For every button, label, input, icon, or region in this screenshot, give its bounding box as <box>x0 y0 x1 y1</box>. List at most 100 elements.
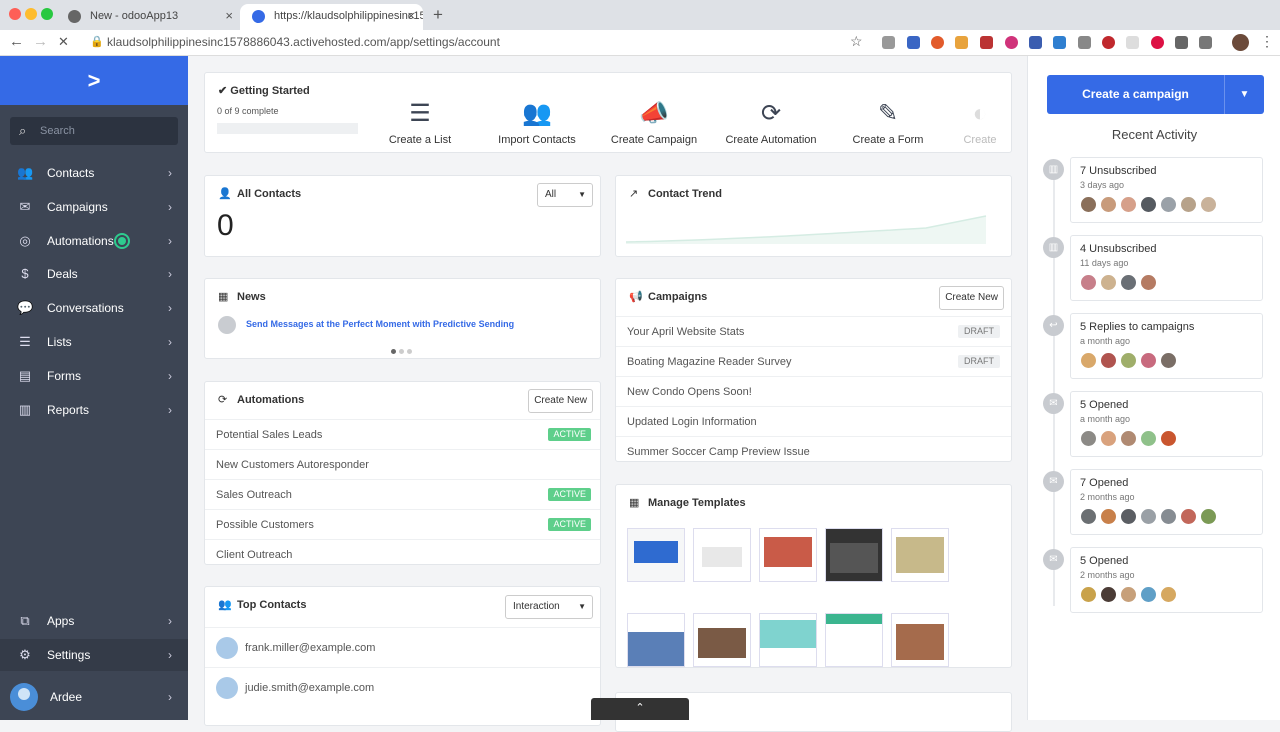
contacts-filter-select[interactable]: All ▼ <box>537 183 593 207</box>
close-tab-icon[interactable]: × <box>407 4 415 28</box>
profile-avatar[interactable] <box>1232 34 1249 51</box>
extension-icon[interactable] <box>1126 36 1139 49</box>
avatar[interactable] <box>1120 430 1137 447</box>
template-thumbnail[interactable] <box>693 613 751 667</box>
avatar[interactable] <box>1160 430 1177 447</box>
extension-icon[interactable] <box>1005 36 1018 49</box>
table-row[interactable]: Potential Sales Leads ACTIVE <box>205 419 600 449</box>
avatar[interactable] <box>1100 430 1117 447</box>
avatar[interactable] <box>1080 586 1097 603</box>
avatar[interactable] <box>1120 196 1137 213</box>
extension-icon[interactable] <box>1199 36 1212 49</box>
sidebar-item-apps[interactable]: ⧉ Apps › <box>0 605 188 637</box>
list-item[interactable]: frank.miller@example.com <box>205 627 600 667</box>
template-thumbnail[interactable] <box>891 528 949 582</box>
extension-icon[interactable] <box>980 36 993 49</box>
extension-icon[interactable] <box>1053 36 1066 49</box>
sidebar-item-campaigns[interactable]: ✉ Campaigns › <box>0 191 188 223</box>
avatar[interactable] <box>1140 196 1157 213</box>
carousel-dot[interactable] <box>407 349 412 354</box>
avatar[interactable] <box>1160 352 1177 369</box>
extension-icon[interactable] <box>882 36 895 49</box>
table-row[interactable]: New Customers Autoresponder <box>205 449 600 479</box>
sidebar-item-forms[interactable]: ▤ Forms › <box>0 360 188 392</box>
avatar[interactable] <box>1200 508 1217 525</box>
create-campaign-dropdown-button[interactable]: ▼ <box>1224 75 1264 114</box>
import-contacts-action[interactable]: 👥 Import Contacts <box>482 100 592 146</box>
activity-item[interactable]: 4 Unsubscribed 11 days ago <box>1070 235 1263 301</box>
sidebar-item-automations[interactable]: ◎ Automations › <box>0 225 188 257</box>
create-form-action[interactable]: ✎ Create a Form <box>833 100 943 146</box>
create-new-automation-button[interactable]: Create New <box>528 389 593 413</box>
chevron-up-icon[interactable]: ⌃ <box>591 698 689 720</box>
extension-icon[interactable] <box>1175 36 1188 49</box>
news-headline-link[interactable]: Send Messages at the Perfect Moment with… <box>246 319 514 329</box>
avatar[interactable] <box>1180 508 1197 525</box>
activity-item[interactable]: 7 Opened 2 months ago <box>1070 469 1263 535</box>
avatar[interactable] <box>1080 508 1097 525</box>
forward-button[interactable]: → <box>33 33 48 50</box>
stop-loading-button[interactable]: ✕ <box>58 34 69 50</box>
activity-item[interactable]: 5 Opened 2 months ago <box>1070 547 1263 613</box>
extension-icon[interactable] <box>1078 36 1091 49</box>
search-input[interactable]: ⌕ Search <box>10 117 178 145</box>
extension-icon[interactable] <box>1102 36 1115 49</box>
avatar[interactable] <box>1200 196 1217 213</box>
table-row[interactable]: Your April Website Stats DRAFT <box>616 316 1011 346</box>
template-thumbnail[interactable] <box>627 528 685 582</box>
avatar[interactable] <box>1080 274 1097 291</box>
sidebar-item-conversations[interactable]: 💬 Conversations › <box>0 292 188 324</box>
extension-icon[interactable] <box>1151 36 1164 49</box>
template-thumbnail[interactable] <box>693 528 751 582</box>
table-row[interactable]: Boating Magazine Reader Survey DRAFT <box>616 346 1011 376</box>
avatar[interactable] <box>1100 196 1117 213</box>
browser-menu-icon[interactable]: ⋮ <box>1260 33 1274 50</box>
extension-icon[interactable] <box>955 36 968 49</box>
avatar[interactable] <box>1160 508 1177 525</box>
avatar[interactable] <box>1120 586 1137 603</box>
template-thumbnail[interactable] <box>627 613 685 667</box>
sidebar-item-lists[interactable]: ☰ Lists › <box>0 326 188 358</box>
create-campaign-action[interactable]: 📣 Create Campaign <box>599 100 709 146</box>
sidebar-item-contacts[interactable]: 👥 Contacts › <box>0 157 188 189</box>
list-item[interactable]: judie.smith@example.com <box>205 667 600 707</box>
sidebar-item-reports[interactable]: ▥ Reports › <box>0 394 188 426</box>
minimize-window-button[interactable] <box>25 8 37 20</box>
avatar[interactable] <box>1120 352 1137 369</box>
activity-item[interactable]: 7 Unsubscribed 3 days ago <box>1070 157 1263 223</box>
create-list-action[interactable]: ☰ Create a List <box>365 100 475 146</box>
create-campaign-button[interactable]: Create a campaign <box>1047 75 1224 114</box>
carousel-dot[interactable] <box>399 349 404 354</box>
close-tab-icon[interactable]: × <box>225 4 233 28</box>
template-thumbnail[interactable] <box>891 613 949 667</box>
sidebar-item-deals[interactable]: $ Deals › <box>0 258 188 290</box>
url-field[interactable]: 🔒 klaudsolphilippinesinc1578886043.activ… <box>86 31 872 54</box>
top-contacts-filter-select[interactable]: Interaction ▼ <box>505 595 593 619</box>
avatar[interactable] <box>1140 274 1157 291</box>
table-row[interactable]: New Condo Opens Soon! <box>616 376 1011 406</box>
create-automation-action[interactable]: ⟳ Create Automation <box>716 100 826 146</box>
create-new-campaign-button[interactable]: Create New <box>939 286 1004 310</box>
avatar[interactable] <box>1160 586 1177 603</box>
browser-tab-odoo[interactable]: New - odooApp13 × <box>56 4 241 30</box>
activecampaign-logo[interactable]: > <box>0 56 188 105</box>
avatar[interactable] <box>1100 352 1117 369</box>
close-window-button[interactable] <box>9 8 21 20</box>
sidebar-item-settings[interactable]: ⚙ Settings › <box>0 639 188 671</box>
back-button[interactable]: ← <box>9 33 24 50</box>
avatar[interactable] <box>1140 430 1157 447</box>
avatar[interactable] <box>1100 508 1117 525</box>
avatar[interactable] <box>1120 274 1137 291</box>
activity-item[interactable]: 5 Replies to campaigns a month ago <box>1070 313 1263 379</box>
avatar[interactable] <box>1160 196 1177 213</box>
extension-icon[interactable] <box>1029 36 1042 49</box>
table-row[interactable]: Possible Customers ACTIVE <box>205 509 600 539</box>
avatar[interactable] <box>1080 430 1097 447</box>
table-row[interactable]: Client Outreach <box>205 539 600 569</box>
table-row[interactable]: Updated Login Information <box>616 406 1011 436</box>
template-thumbnail[interactable] <box>825 613 883 667</box>
avatar[interactable] <box>1140 586 1157 603</box>
maximize-window-button[interactable] <box>41 8 53 20</box>
extension-icon[interactable] <box>907 36 920 49</box>
avatar[interactable] <box>1120 508 1137 525</box>
